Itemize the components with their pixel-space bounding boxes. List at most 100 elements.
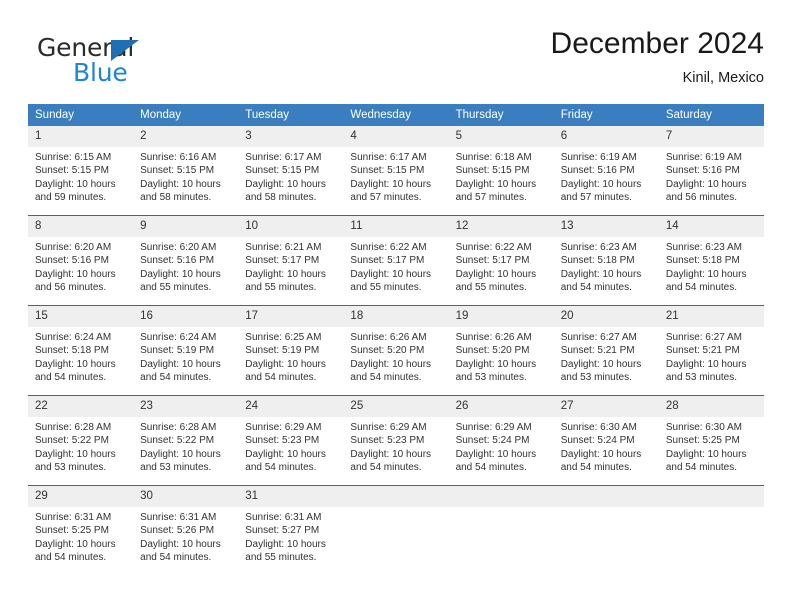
calendar-day-cell[interactable]: 5 Sunrise: 6:18 AM Sunset: 5:15 PM Dayli… bbox=[448, 126, 554, 216]
calendar-day-cell[interactable]: 23 Sunrise: 6:28 AM Sunset: 5:22 PM Dayl… bbox=[133, 395, 239, 486]
calendar-day-cell[interactable]: 10 Sunrise: 6:21 AM Sunset: 5:17 PM Dayl… bbox=[238, 215, 344, 306]
sunrise-text: Sunrise: 6:21 AM bbox=[245, 242, 322, 253]
calendar-day-cell[interactable]: 20 Sunrise: 6:27 AM Sunset: 5:21 PM Dayl… bbox=[553, 305, 659, 396]
daylight-text-line2: and 55 minutes. bbox=[350, 282, 422, 294]
calendar-day-cell[interactable]: 22 Sunrise: 6:28 AM Sunset: 5:22 PM Dayl… bbox=[28, 395, 134, 486]
calendar-day-cell[interactable]: 9 Sunrise: 6:20 AM Sunset: 5:16 PM Dayli… bbox=[133, 215, 239, 306]
sunrise-text: Sunrise: 6:27 AM bbox=[560, 332, 637, 343]
calendar-day-cell[interactable]: 8 Sunrise: 6:20 AM Sunset: 5:16 PM Dayli… bbox=[28, 215, 134, 306]
daylight-text-line1: Daylight: 10 hours bbox=[140, 268, 221, 280]
day-number bbox=[658, 486, 764, 507]
page-subtitle-location: Kinil, Mexico bbox=[682, 70, 764, 86]
daylight-text-line2: and 57 minutes. bbox=[455, 192, 527, 204]
day-details: Sunrise: 6:24 AM Sunset: 5:19 PM Dayligh… bbox=[133, 327, 238, 385]
day-details: Sunrise: 6:19 AM Sunset: 5:16 PM Dayligh… bbox=[554, 147, 659, 205]
daylight-text-line2: and 53 minutes. bbox=[455, 372, 527, 384]
day-details: Sunrise: 6:20 AM Sunset: 5:16 PM Dayligh… bbox=[133, 237, 238, 295]
daylight-text-line1: Daylight: 10 hours bbox=[560, 268, 642, 280]
sunrise-text: Sunrise: 6:28 AM bbox=[35, 422, 112, 433]
sunset-text: Sunset: 5:15 PM bbox=[455, 165, 530, 177]
calendar-day-cell[interactable]: 29 Sunrise: 6:31 AM Sunset: 5:25 PM Dayl… bbox=[28, 485, 134, 575]
daylight-text-line1: Daylight: 10 hours bbox=[455, 178, 537, 190]
calendar-day-cell[interactable]: 12 Sunrise: 6:22 AM Sunset: 5:17 PM Dayl… bbox=[448, 215, 554, 306]
calendar-day-cell[interactable]: 24 Sunrise: 6:29 AM Sunset: 5:23 PM Dayl… bbox=[238, 395, 344, 486]
calendar-day-cell[interactable]: 6 Sunrise: 6:19 AM Sunset: 5:16 PM Dayli… bbox=[553, 126, 659, 216]
weekday-header-tuesday: Tuesday bbox=[238, 104, 344, 126]
day-number: 27 bbox=[553, 396, 659, 417]
day-number: 7 bbox=[658, 126, 764, 147]
sunrise-text: Sunrise: 6:27 AM bbox=[665, 332, 742, 343]
calendar-day-cell[interactable]: 25 Sunrise: 6:29 AM Sunset: 5:23 PM Dayl… bbox=[343, 395, 449, 486]
daylight-text-line2: and 58 minutes. bbox=[140, 192, 212, 204]
calendar-page: General Blue December 2024 Kinil, Mexico… bbox=[0, 0, 792, 612]
daylight-text-line1: Daylight: 10 hours bbox=[350, 448, 432, 460]
sunrise-text: Sunrise: 6:18 AM bbox=[455, 152, 532, 163]
calendar-day-cell[interactable]: 15 Sunrise: 6:24 AM Sunset: 5:18 PM Dayl… bbox=[28, 305, 134, 396]
sunrise-text: Sunrise: 6:25 AM bbox=[245, 332, 322, 343]
sunset-text: Sunset: 5:18 PM bbox=[35, 345, 109, 357]
day-details: Sunrise: 6:21 AM Sunset: 5:17 PM Dayligh… bbox=[238, 237, 343, 295]
day-details bbox=[554, 507, 659, 511]
calendar-day-cell[interactable]: 26 Sunrise: 6:29 AM Sunset: 5:24 PM Dayl… bbox=[448, 395, 554, 486]
general-blue-logo[interactable]: General Blue bbox=[37, 34, 237, 90]
page-header: General Blue December 2024 Kinil, Mexico bbox=[28, 26, 764, 96]
day-number: 24 bbox=[238, 396, 344, 417]
calendar-day-cell[interactable]: 3 Sunrise: 6:17 AM Sunset: 5:15 PM Dayli… bbox=[238, 126, 344, 216]
day-number: 31 bbox=[238, 486, 344, 507]
calendar-day-cell[interactable]: 13 Sunrise: 6:23 AM Sunset: 5:18 PM Dayl… bbox=[553, 215, 659, 306]
daylight-text-line2: and 57 minutes. bbox=[350, 192, 422, 204]
calendar-day-cell[interactable]: 2 Sunrise: 6:16 AM Sunset: 5:15 PM Dayli… bbox=[133, 126, 239, 216]
day-details: Sunrise: 6:30 AM Sunset: 5:25 PM Dayligh… bbox=[659, 417, 764, 475]
day-number: 2 bbox=[133, 126, 239, 147]
daylight-text-line2: and 54 minutes. bbox=[665, 462, 738, 474]
calendar-day-cell[interactable]: 27 Sunrise: 6:30 AM Sunset: 5:24 PM Dayl… bbox=[553, 395, 659, 486]
day-number: 4 bbox=[343, 126, 449, 147]
sunrise-text: Sunrise: 6:19 AM bbox=[665, 152, 742, 163]
calendar-day-cell[interactable]: 4 Sunrise: 6:17 AM Sunset: 5:15 PM Dayli… bbox=[343, 126, 449, 216]
calendar-day-cell[interactable]: 17 Sunrise: 6:25 AM Sunset: 5:19 PM Dayl… bbox=[238, 305, 344, 396]
calendar-day-cell[interactable]: 30 Sunrise: 6:31 AM Sunset: 5:26 PM Dayl… bbox=[133, 485, 239, 575]
sunset-text: Sunset: 5:19 PM bbox=[245, 345, 320, 357]
day-details: Sunrise: 6:17 AM Sunset: 5:15 PM Dayligh… bbox=[238, 147, 343, 205]
daylight-text-line2: and 58 minutes. bbox=[245, 192, 317, 204]
calendar-day-cell[interactable]: 11 Sunrise: 6:22 AM Sunset: 5:17 PM Dayl… bbox=[343, 215, 449, 306]
daylight-text-line2: and 54 minutes. bbox=[455, 462, 527, 474]
calendar-day-cell-empty bbox=[448, 485, 554, 575]
calendar-day-cell[interactable]: 28 Sunrise: 6:30 AM Sunset: 5:25 PM Dayl… bbox=[658, 395, 764, 486]
day-number: 22 bbox=[28, 396, 134, 417]
calendar-day-cell[interactable]: 16 Sunrise: 6:24 AM Sunset: 5:19 PM Dayl… bbox=[133, 305, 239, 396]
day-number: 19 bbox=[448, 306, 554, 327]
calendar-day-cell[interactable]: 7 Sunrise: 6:19 AM Sunset: 5:16 PM Dayli… bbox=[658, 126, 764, 216]
sunrise-text: Sunrise: 6:31 AM bbox=[245, 512, 322, 523]
sunrise-text: Sunrise: 6:24 AM bbox=[35, 332, 112, 343]
sunset-text: Sunset: 5:22 PM bbox=[140, 435, 215, 447]
day-details: Sunrise: 6:26 AM Sunset: 5:20 PM Dayligh… bbox=[343, 327, 448, 385]
day-number: 29 bbox=[28, 486, 134, 507]
sunset-text: Sunset: 5:22 PM bbox=[35, 435, 109, 447]
day-number: 3 bbox=[238, 126, 344, 147]
sunrise-text: Sunrise: 6:22 AM bbox=[350, 242, 427, 253]
day-details bbox=[449, 507, 554, 511]
calendar-header-row: Sunday Monday Tuesday Wednesday Thursday… bbox=[28, 104, 764, 126]
daylight-text-line1: Daylight: 10 hours bbox=[140, 178, 221, 190]
sunrise-text: Sunrise: 6:29 AM bbox=[455, 422, 532, 433]
sunrise-text: Sunrise: 6:28 AM bbox=[140, 422, 217, 433]
calendar-day-cell[interactable]: 14 Sunrise: 6:23 AM Sunset: 5:18 PM Dayl… bbox=[658, 215, 764, 306]
title-block: December 2024 Kinil, Mexico bbox=[551, 26, 764, 88]
calendar-day-cell[interactable]: 19 Sunrise: 6:26 AM Sunset: 5:20 PM Dayl… bbox=[448, 305, 554, 396]
calendar-day-cell[interactable]: 31 Sunrise: 6:31 AM Sunset: 5:27 PM Dayl… bbox=[238, 485, 344, 575]
sunset-text: Sunset: 5:26 PM bbox=[140, 525, 215, 537]
sunrise-text: Sunrise: 6:26 AM bbox=[455, 332, 532, 343]
calendar-day-cell-empty bbox=[658, 485, 764, 575]
sunset-text: Sunset: 5:15 PM bbox=[350, 165, 425, 177]
page-title: December 2024 bbox=[550, 27, 764, 60]
daylight-text-line2: and 57 minutes. bbox=[560, 192, 632, 204]
sunset-text: Sunset: 5:25 PM bbox=[35, 525, 109, 537]
weekday-header-saturday: Saturday bbox=[658, 104, 764, 126]
sunset-text: Sunset: 5:16 PM bbox=[35, 255, 109, 267]
calendar-day-cell[interactable]: 21 Sunrise: 6:27 AM Sunset: 5:21 PM Dayl… bbox=[658, 305, 764, 396]
calendar-day-cell[interactable]: 18 Sunrise: 6:26 AM Sunset: 5:20 PM Dayl… bbox=[343, 305, 449, 396]
day-number bbox=[343, 486, 449, 507]
day-details: Sunrise: 6:31 AM Sunset: 5:26 PM Dayligh… bbox=[133, 507, 238, 565]
calendar-day-cell[interactable]: 1 Sunrise: 6:15 AM Sunset: 5:15 PM Dayli… bbox=[28, 126, 134, 216]
